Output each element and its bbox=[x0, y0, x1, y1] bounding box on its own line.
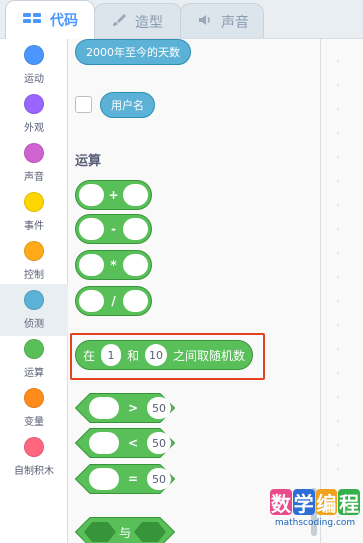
divide-block[interactable]: / bbox=[75, 286, 152, 316]
script-area[interactable] bbox=[320, 38, 363, 543]
category-control[interactable]: 控制 bbox=[0, 235, 68, 287]
operator-sign: < bbox=[127, 436, 139, 450]
highlight-box bbox=[70, 333, 265, 380]
tab-sounds[interactable]: 声音 bbox=[180, 3, 264, 39]
number-slot[interactable] bbox=[89, 397, 119, 419]
tab-label: 声音 bbox=[221, 14, 249, 31]
operators-section-title: 运算 bbox=[75, 154, 102, 169]
category-label: 运算 bbox=[24, 368, 44, 379]
tab-costumes[interactable]: 造型 bbox=[94, 3, 182, 39]
category-color-dot bbox=[24, 290, 44, 310]
watermark-char: 编 bbox=[315, 489, 338, 516]
category-menu: 运动 外观 声音 事件 控制 侦测 运算 变量 自制积木 bbox=[0, 38, 68, 543]
category-events[interactable]: 事件 bbox=[0, 186, 68, 238]
category-color-dot bbox=[24, 388, 44, 408]
compare-value-input[interactable]: 50 bbox=[147, 397, 171, 419]
days-since-2000-block[interactable]: 2000年至今的天数 bbox=[75, 39, 191, 65]
operator-sign: = bbox=[127, 472, 139, 486]
number-slot[interactable] bbox=[122, 218, 149, 240]
code-icon bbox=[22, 10, 42, 30]
number-slot[interactable] bbox=[89, 468, 119, 490]
category-label: 声音 bbox=[24, 172, 44, 183]
category-looks[interactable]: 外观 bbox=[0, 88, 68, 140]
compare-value-input[interactable]: 50 bbox=[147, 468, 171, 490]
and-block[interactable]: 与 bbox=[75, 517, 175, 543]
category-sound[interactable]: 声音 bbox=[0, 137, 68, 189]
category-label: 侦测 bbox=[24, 319, 44, 330]
category-color-dot bbox=[24, 192, 44, 212]
number-slot[interactable] bbox=[122, 254, 149, 276]
number-slot[interactable] bbox=[89, 432, 119, 454]
category-color-dot bbox=[24, 143, 44, 163]
category-variables[interactable]: 变量 bbox=[0, 382, 68, 434]
category-color-dot bbox=[24, 437, 44, 457]
subtract-block[interactable]: - bbox=[75, 214, 152, 244]
category-operators[interactable]: 运算 bbox=[0, 333, 68, 385]
tab-code[interactable]: 代码 bbox=[5, 0, 95, 39]
operator-sign: + bbox=[108, 188, 119, 202]
speaker-icon bbox=[197, 12, 213, 32]
number-slot[interactable] bbox=[122, 290, 149, 312]
category-motion[interactable]: 运动 bbox=[0, 39, 68, 91]
number-slot[interactable] bbox=[79, 290, 105, 312]
operator-sign: - bbox=[111, 222, 116, 236]
brush-icon bbox=[111, 12, 127, 32]
tab-label: 造型 bbox=[135, 14, 163, 31]
number-slot[interactable] bbox=[79, 218, 105, 240]
category-label: 自制积木 bbox=[14, 466, 54, 477]
category-sensing[interactable]: 侦测 bbox=[0, 284, 68, 336]
category-label: 事件 bbox=[24, 221, 44, 232]
operator-sign: * bbox=[110, 258, 117, 272]
less-than-block[interactable]: < 50 bbox=[75, 428, 175, 458]
watermark-logo: 数 学 编 程 mathscoding.com bbox=[270, 489, 360, 539]
category-my-blocks[interactable]: 自制积木 bbox=[0, 431, 68, 483]
block-label: 2000年至今的天数 bbox=[86, 46, 180, 59]
number-slot[interactable] bbox=[79, 184, 105, 206]
tab-label: 代码 bbox=[50, 13, 78, 29]
watermark-char: 程 bbox=[338, 489, 360, 516]
category-color-dot bbox=[24, 94, 44, 114]
compare-value-input[interactable]: 50 bbox=[147, 432, 171, 454]
username-block[interactable]: 用户名 bbox=[100, 92, 155, 118]
category-label: 运动 bbox=[24, 74, 44, 85]
category-color-dot bbox=[24, 339, 44, 359]
number-slot[interactable] bbox=[122, 184, 149, 206]
multiply-block[interactable]: * bbox=[75, 250, 152, 280]
grid-dots bbox=[337, 49, 339, 539]
watermark-url: mathscoding.com bbox=[274, 518, 356, 528]
operator-sign: > bbox=[127, 401, 139, 415]
username-monitor-checkbox[interactable] bbox=[75, 96, 92, 113]
watermark-char: 学 bbox=[292, 489, 315, 516]
greater-than-block[interactable]: > 50 bbox=[75, 393, 175, 423]
category-label: 控制 bbox=[24, 270, 44, 281]
category-color-dot bbox=[24, 241, 44, 261]
category-label: 外观 bbox=[24, 123, 44, 134]
and-label: 与 bbox=[118, 525, 131, 540]
editor-tabs: 代码 造型 声音 bbox=[0, 0, 363, 39]
operator-sign: / bbox=[111, 294, 116, 308]
category-color-dot bbox=[24, 45, 44, 65]
add-block[interactable]: + bbox=[75, 180, 152, 210]
category-label: 变量 bbox=[24, 417, 44, 428]
equals-block[interactable]: = 50 bbox=[75, 464, 175, 494]
block-label: 用户名 bbox=[111, 99, 144, 112]
number-slot[interactable] bbox=[79, 254, 105, 276]
block-palette: 2000年至今的天数 用户名 运算 + - * / 在 1 和 10 之间取随机… bbox=[68, 38, 320, 543]
watermark-char: 数 bbox=[270, 489, 292, 516]
